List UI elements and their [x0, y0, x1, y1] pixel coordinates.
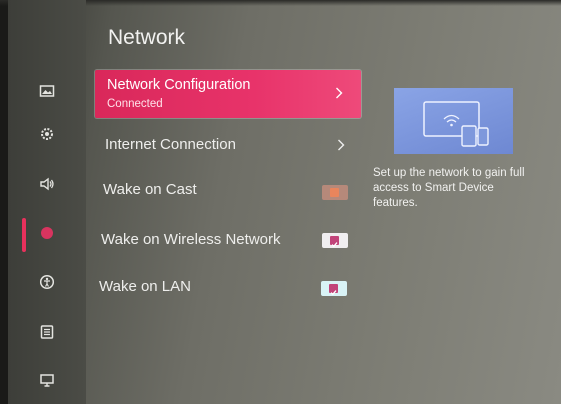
wake-on-wireless-checkbox[interactable] [322, 233, 348, 248]
sidebar-item-general[interactable] [8, 120, 86, 152]
picture-icon [39, 83, 55, 104]
screen-bezel [0, 0, 8, 404]
chevron-right-icon [337, 138, 345, 154]
chevron-right-icon [335, 86, 343, 102]
support-icon [39, 372, 55, 393]
sound-icon [39, 176, 55, 197]
sidebar-item-support[interactable] [8, 366, 86, 398]
system-icon [39, 324, 55, 345]
internet-connection-label: Internet Connection [105, 135, 236, 153]
sidebar-item-system[interactable] [8, 318, 86, 350]
connection-status: Connected [107, 98, 163, 110]
wake-on-wireless-item[interactable]: Wake on Wireless Network [101, 231, 281, 248]
checkbox-unchecked-icon [330, 188, 339, 197]
info-description: Set up the network to gain full access t… [373, 167, 525, 209]
wake-on-cast-label: Wake on Cast [103, 181, 197, 198]
network-illustration [394, 88, 513, 154]
settings-sidebar [8, 0, 86, 404]
wake-on-wireless-label: Wake on Wireless Network [101, 231, 281, 248]
tv-wifi-devices-icon [423, 101, 489, 147]
sidebar-item-picture[interactable] [8, 77, 86, 109]
wake-on-cast-checkbox[interactable] [322, 185, 348, 200]
internet-connection-item[interactable]: Internet Connection [105, 134, 361, 154]
checkbox-checked-icon [329, 284, 338, 296]
wake-on-lan-item[interactable]: Wake on LAN [99, 278, 191, 295]
sidebar-item-sound[interactable] [8, 170, 86, 202]
network-configuration-item[interactable]: Network Configuration Connected [95, 70, 361, 118]
wake-on-lan-checkbox[interactable] [321, 281, 347, 296]
network-icon [39, 225, 55, 246]
sidebar-item-accessibility[interactable] [8, 268, 86, 300]
general-icon [39, 126, 55, 147]
checkbox-checked-icon [330, 236, 339, 248]
sidebar-item-network[interactable] [8, 219, 86, 251]
page-title: Network [108, 26, 186, 49]
wake-on-lan-label: Wake on LAN [99, 278, 191, 295]
wake-on-cast-item[interactable]: Wake on Cast [103, 181, 197, 198]
accessibility-icon [39, 274, 55, 295]
network-configuration-label: Network Configuration [107, 77, 251, 93]
